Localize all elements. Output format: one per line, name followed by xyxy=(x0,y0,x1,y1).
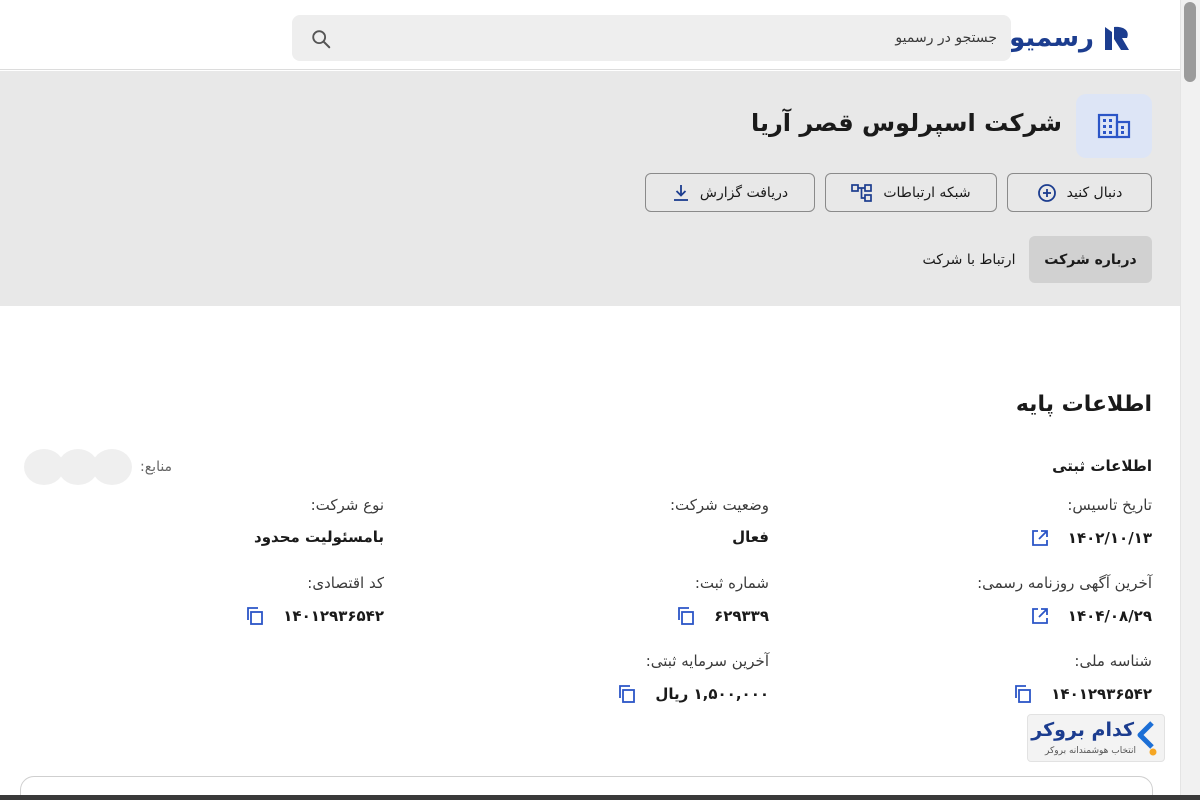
company-name: شرکت اسپرلوس قصر آریا xyxy=(750,109,1062,137)
action-buttons: دنبال کنید شبکه ارتباطات دریافت گزارش xyxy=(645,173,1152,212)
network-label: شبکه ارتباطات xyxy=(883,184,971,201)
field-value: فعال xyxy=(732,528,769,546)
field-label: نوع شرکت: xyxy=(310,496,384,514)
company-tabs: درباره شرکت ارتباط با شرکت xyxy=(909,236,1152,283)
broker-ad[interactable]: کدام بروکر انتخاب هوشمندانه بروکر xyxy=(1027,714,1165,762)
download-icon xyxy=(673,184,688,201)
field-label: شناسه ملی: xyxy=(1074,652,1152,670)
field-establishment-date: تاریخ تاسیس: ۱۴۰۲/۱۰/۱۳ xyxy=(822,496,1152,548)
field-last-gazette: آخرین آگهی روزنامه رسمی: ۱۴۰۴/۰۸/۲۹ xyxy=(822,574,1152,626)
scrollbar[interactable] xyxy=(1180,0,1200,800)
field-economic-code: کد اقتصادی: ۱۴۰۱۲۹۳۶۵۴۲ xyxy=(54,574,384,626)
broker-tagline: انتخاب هوشمندانه بروکر xyxy=(1045,746,1136,756)
company-header: شرکت اسپرلوس قصر آریا دنبال کنید شبکه ار… xyxy=(0,71,1180,306)
copy-icon[interactable] xyxy=(245,606,265,626)
field-value: ۱۴۰۴/۰۸/۲۹ xyxy=(1067,607,1152,625)
report-label: دریافت گزارش xyxy=(699,184,789,201)
field-value: بامسئولیت محدود xyxy=(254,528,384,546)
copy-icon[interactable] xyxy=(1013,684,1033,704)
field-registration-number: شماره ثبت: ۶۲۹۳۳۹ xyxy=(439,574,769,626)
broker-logo-icon xyxy=(1137,721,1157,756)
follow-label: دنبال کنید xyxy=(1066,184,1123,201)
broker-name: کدام بروکر xyxy=(1031,719,1134,741)
sources-label: منابع: xyxy=(140,459,173,475)
section-title: اطلاعات پایه xyxy=(1015,392,1152,417)
sources: منابع: xyxy=(24,448,172,486)
field-label: آخرین آگهی روزنامه رسمی: xyxy=(977,574,1152,592)
external-link-icon[interactable] xyxy=(1030,606,1050,626)
field-label: شماره ثبت: xyxy=(694,574,769,592)
source-avatar[interactable] xyxy=(92,449,132,485)
building-icon xyxy=(1097,113,1131,139)
registration-info-title: اطلاعات ثبتی xyxy=(1052,457,1152,475)
logo-text: رسمیو xyxy=(1009,23,1094,53)
window-bottom-edge xyxy=(0,795,1200,800)
network-button[interactable]: شبکه ارتباطات xyxy=(825,173,997,212)
tab-about[interactable]: درباره شرکت xyxy=(1029,236,1152,283)
copy-icon[interactable] xyxy=(676,606,696,626)
follow-button[interactable]: دنبال کنید xyxy=(1007,173,1152,212)
report-button[interactable]: دریافت گزارش xyxy=(645,173,815,212)
field-value: ۱۴۰۱۲۹۳۶۵۴۲ xyxy=(283,607,384,625)
field-value-row: فعال xyxy=(439,528,769,546)
field-company-status: وضعیت شرکت: فعال xyxy=(439,496,769,546)
scrollbar-thumb[interactable] xyxy=(1184,2,1196,82)
top-header: رسمیو xyxy=(0,0,1180,70)
field-value-row: ۱۴۰۱۲۹۳۶۵۴۲ xyxy=(54,606,384,626)
field-label: وضعیت شرکت: xyxy=(669,496,769,514)
field-value: ۱۴۰۲/۱۰/۱۳ xyxy=(1067,529,1152,547)
company-avatar xyxy=(1076,94,1152,158)
logo[interactable]: رسمیو xyxy=(1009,20,1132,56)
rasmio-logo-icon xyxy=(1105,26,1129,50)
field-label: آخرین سرمایه ثبتی: xyxy=(645,652,769,670)
field-value-row: ۱۴۰۱۲۹۳۶۵۴۲ xyxy=(822,684,1152,704)
plus-circle-icon xyxy=(1037,183,1056,202)
field-national-id: شناسه ملی: ۱۴۰۱۲۹۳۶۵۴۲ xyxy=(822,652,1152,704)
search-input[interactable] xyxy=(292,15,1011,61)
page: رسمیو شرکت اسپرلوس xyxy=(0,0,1200,800)
field-value: ۶۲۹۳۳۹ xyxy=(714,607,769,625)
field-company-type: نوع شرکت: بامسئولیت محدود xyxy=(54,496,384,546)
network-icon xyxy=(851,183,873,202)
field-value-row: ۱۴۰۴/۰۸/۲۹ xyxy=(822,606,1152,626)
field-value-row: ۶۲۹۳۳۹ xyxy=(439,606,769,626)
field-value-row: ۱۴۰۲/۱۰/۱۳ xyxy=(822,528,1152,548)
field-value-row: ۱,۵۰۰,۰۰۰ ریال xyxy=(439,684,769,704)
search-bar xyxy=(292,15,1011,61)
search-icon[interactable] xyxy=(310,28,332,50)
field-last-capital: آخرین سرمایه ثبتی: ۱,۵۰۰,۰۰۰ ریال xyxy=(439,652,769,704)
field-value-row: بامسئولیت محدود xyxy=(54,528,384,546)
field-value: ۱۴۰۱۲۹۳۶۵۴۲ xyxy=(1051,685,1152,703)
field-value: ۱,۵۰۰,۰۰۰ ریال xyxy=(655,685,769,703)
field-label: تاریخ تاسیس: xyxy=(1067,496,1152,514)
tab-contact[interactable]: ارتباط با شرکت xyxy=(909,236,1029,283)
copy-icon[interactable] xyxy=(617,684,637,704)
external-link-icon[interactable] xyxy=(1030,528,1050,548)
field-label: کد اقتصادی: xyxy=(307,574,384,592)
